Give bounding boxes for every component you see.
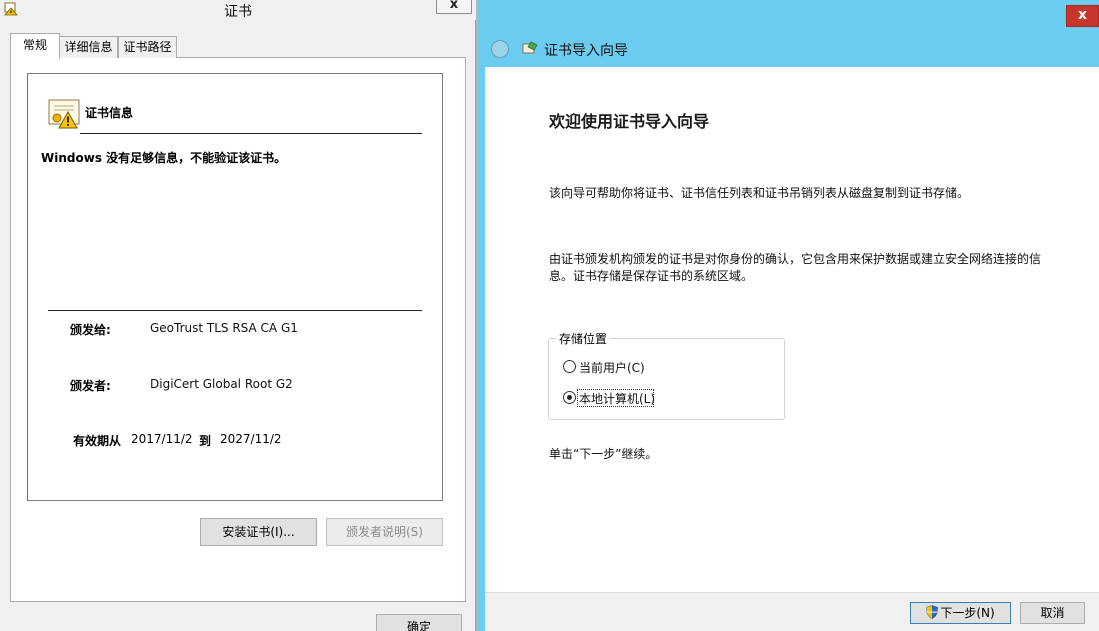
- radio-selected-dot: [567, 395, 572, 400]
- continue-hint: 单击“下一步”继续。: [549, 447, 658, 461]
- wizard-description-line-2: 息。证书存储是保存证书的系统区域。: [549, 269, 754, 283]
- ok-button[interactable]: 确定: [376, 614, 462, 631]
- heading-divider: [80, 133, 422, 134]
- issued-by-label: 颁发者:: [70, 379, 111, 393]
- wizard-description-line-1: 由证书颁发机构颁发的证书是对你身份的确认，它包含用来保护数据或建立安全网络连接的…: [549, 252, 1042, 266]
- store-location-group: [548, 338, 785, 420]
- verification-warning: Windows 没有足够信息，不能验证该证书。: [41, 151, 287, 165]
- fields-divider: [48, 310, 422, 311]
- store-location-label: 存储位置: [556, 330, 611, 347]
- local-machine-label[interactable]: 本地计算机(L): [579, 390, 655, 407]
- tab-general[interactable]: 常规: [10, 33, 60, 59]
- wizard-back-button[interactable]: [491, 40, 509, 58]
- uac-shield-icon: [926, 605, 938, 619]
- certificate-close-button[interactable]: x: [436, 0, 472, 14]
- valid-to-label: 到: [199, 434, 212, 448]
- install-certificate-button[interactable]: 安装证书(I)...: [200, 518, 317, 546]
- valid-from-date: 2017/11/2: [131, 432, 193, 446]
- issued-to-label: 颁发给:: [70, 323, 111, 337]
- valid-from-label: 有效期从: [73, 434, 122, 448]
- wizard-title: 证书导入向导: [544, 43, 628, 59]
- certificate-title-bar: 证书: [0, 0, 476, 20]
- certificate-window-title: 证书: [224, 4, 252, 20]
- local-machine-radio[interactable]: [563, 391, 576, 404]
- valid-to-date: 2027/11/2: [220, 432, 282, 446]
- import-wizard-icon: [522, 41, 538, 54]
- current-user-radio[interactable]: [563, 360, 576, 373]
- issuer-statement-button[interactable]: 颁发者说明(S): [326, 518, 443, 546]
- tab-certification-path[interactable]: 证书路径: [118, 36, 177, 58]
- current-user-label[interactable]: 当前用户(C): [579, 359, 645, 376]
- wizard-intro-text: 该向导可帮助你将证书、证书信任列表和证书吊销列表从磁盘复制到证书存储。: [549, 186, 970, 200]
- wizard-heading: 欢迎使用证书导入向导: [549, 112, 710, 131]
- wizard-close-button[interactable]: x: [1066, 5, 1099, 27]
- tab-details[interactable]: 详细信息: [59, 36, 118, 58]
- certificate-warning-icon: [48, 99, 80, 129]
- next-button-label: 下一步(N): [940, 606, 995, 620]
- cancel-button[interactable]: 取消: [1020, 602, 1085, 624]
- issued-to-value: GeoTrust TLS RSA CA G1: [150, 321, 298, 335]
- issued-by-value: DigiCert Global Root G2: [150, 377, 293, 391]
- certificate-info-heading: 证书信息: [85, 106, 134, 120]
